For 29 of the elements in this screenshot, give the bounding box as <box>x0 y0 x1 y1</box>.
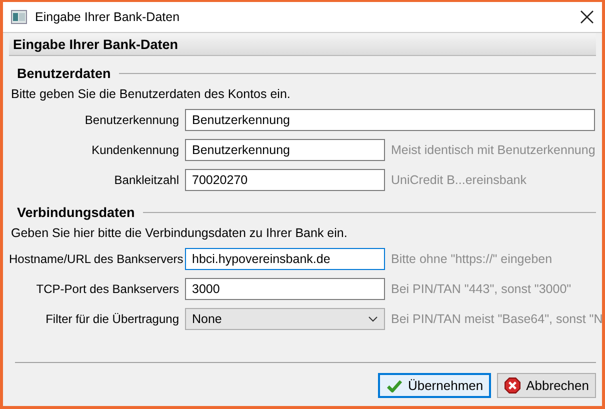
field-hint: Bei PIN/TAN "443", sonst "3000" <box>391 282 572 296</box>
text-field[interactable]: 70020270 <box>185 169 385 191</box>
window-title: Eingabe Ihrer Bank-Daten <box>35 10 181 24</box>
section-title: Verbindungsdaten <box>17 205 135 220</box>
field-hint: UniCredit B...ereinsbank <box>391 173 528 187</box>
close-icon[interactable] <box>580 10 594 24</box>
dialog-header: Eingabe Ihrer Bank-Daten <box>9 33 596 56</box>
field-label: Filter für die Übertragung <box>44 312 179 326</box>
cancel-icon <box>504 377 522 394</box>
field-hint: Bitte ohne "https://" eingeben <box>391 252 554 266</box>
field-label: Bankleitzahl <box>113 173 179 187</box>
checkmark-icon <box>386 377 403 394</box>
section-description: Bitte geben Sie die Benutzerdaten des Kontos ein. <box>11 87 292 101</box>
text-field[interactable]: Benutzerkennung <box>185 109 595 131</box>
caret-icon <box>368 316 378 322</box>
text-field[interactable]: 3000 <box>185 278 385 300</box>
window-icon <box>11 10 27 24</box>
field-label: TCP-Port des Bankservers <box>35 282 179 296</box>
section-title: Benutzerdaten <box>17 66 111 81</box>
field-hint: Bei PIN/TAN meist "Base64", sonst "N <box>391 312 602 326</box>
field-label: Kundenkennung <box>90 143 179 157</box>
text-field[interactable]: Benutzerkennung <box>185 139 385 161</box>
section-description: Geben Sie hier bitte die Verbindungsdaten zu Ihrer Bank ein. <box>11 226 348 240</box>
apply-button[interactable]: Übernehmen <box>378 373 492 398</box>
dropdown[interactable]: None <box>185 308 385 330</box>
field-hint: Meist identisch mit Benutzerkennung <box>391 143 596 157</box>
cancel-button[interactable]: Abbrechen <box>497 373 596 398</box>
text-field[interactable]: hbci.hypovereinsbank.de <box>185 248 385 270</box>
field-label: Benutzerkennung <box>84 113 179 127</box>
